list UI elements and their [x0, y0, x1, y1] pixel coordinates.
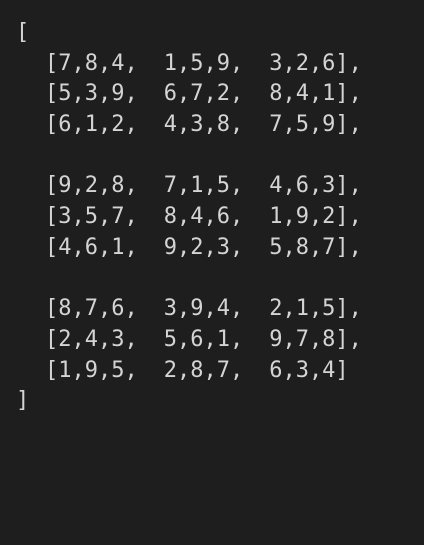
row-8-group-3: 9,7,8], — [269, 326, 362, 352]
row-9-group-2: 2,8,7, — [163, 357, 244, 383]
row-5-group-1: [3,5,7, — [45, 204, 138, 230]
matrix-row-2: [5,3,9, 6,7,2, 8,4,1], — [16, 79, 424, 110]
row-5-group-3: 1,9,2], — [269, 204, 362, 230]
matrix-row-8: [2,4,3, 5,6,1, 9,7,8], — [16, 325, 424, 356]
row-4-group-1: [9,2,8, — [45, 173, 138, 199]
row-2-group-1: [5,3,9, — [45, 81, 138, 107]
matrix-row-5: [3,5,7, 8,4,6, 1,9,2], — [16, 202, 424, 233]
row-8-group-1: [2,4,3, — [45, 326, 138, 352]
row-4-group-3: 4,6,3], — [269, 173, 362, 199]
row-5-group-2: 8,4,6, — [163, 204, 244, 230]
row-2-group-3: 8,4,1], — [269, 81, 362, 107]
row-3-group-1: [6,1,2, — [45, 112, 138, 138]
row-1-group-1: [7,8,4, — [45, 50, 138, 76]
matrix-row-3: [6,1,2, 4,3,8, 7,5,9], — [16, 110, 424, 141]
row-7-group-3: 2,1,5], — [269, 296, 362, 322]
matrix-row-6: [4,6,1, 9,2,3, 5,8,7], — [16, 233, 424, 264]
row-3-group-3: 7,5,9], — [269, 112, 362, 138]
matrix-row-4: [9,2,8, 7,1,5, 4,6,3], — [16, 171, 424, 202]
matrix-row-7: [8,7,6, 3,9,4, 2,1,5], — [16, 294, 424, 325]
open-bracket: [ — [16, 20, 30, 45]
row-6-group-1: [4,6,1, — [45, 234, 138, 260]
row-7-group-2: 3,9,4, — [163, 296, 244, 322]
row-6-group-2: 9,2,3, — [163, 234, 244, 260]
row-4-group-2: 7,1,5, — [163, 173, 244, 199]
matrix-row-9: [1,9,5, 2,8,7, 6,3,4] — [16, 356, 424, 387]
row-6-group-3: 5,8,7], — [269, 234, 362, 260]
row-8-group-2: 5,6,1, — [163, 326, 244, 352]
row-7-group-1: [8,7,6, — [45, 296, 138, 322]
row-9-group-3: 6,3,4] — [269, 357, 349, 383]
close-bracket: ] — [16, 388, 30, 414]
row-2-group-2: 6,7,2, — [163, 81, 244, 107]
row-9-group-1: [1,9,5, — [45, 357, 138, 383]
row-1-group-3: 3,2,6], — [269, 50, 362, 76]
row-3-group-2: 4,3,8, — [163, 112, 244, 138]
row-1-group-2: 1,5,9, — [163, 50, 244, 76]
matrix-row-1: [7,8,4, 1,5,9, 3,2,6], — [16, 49, 424, 80]
code-editor[interactable]: [ [7,8,4, 1,5,9, 3,2,6], [5,3,9, 6,7,2, … — [16, 18, 424, 545]
